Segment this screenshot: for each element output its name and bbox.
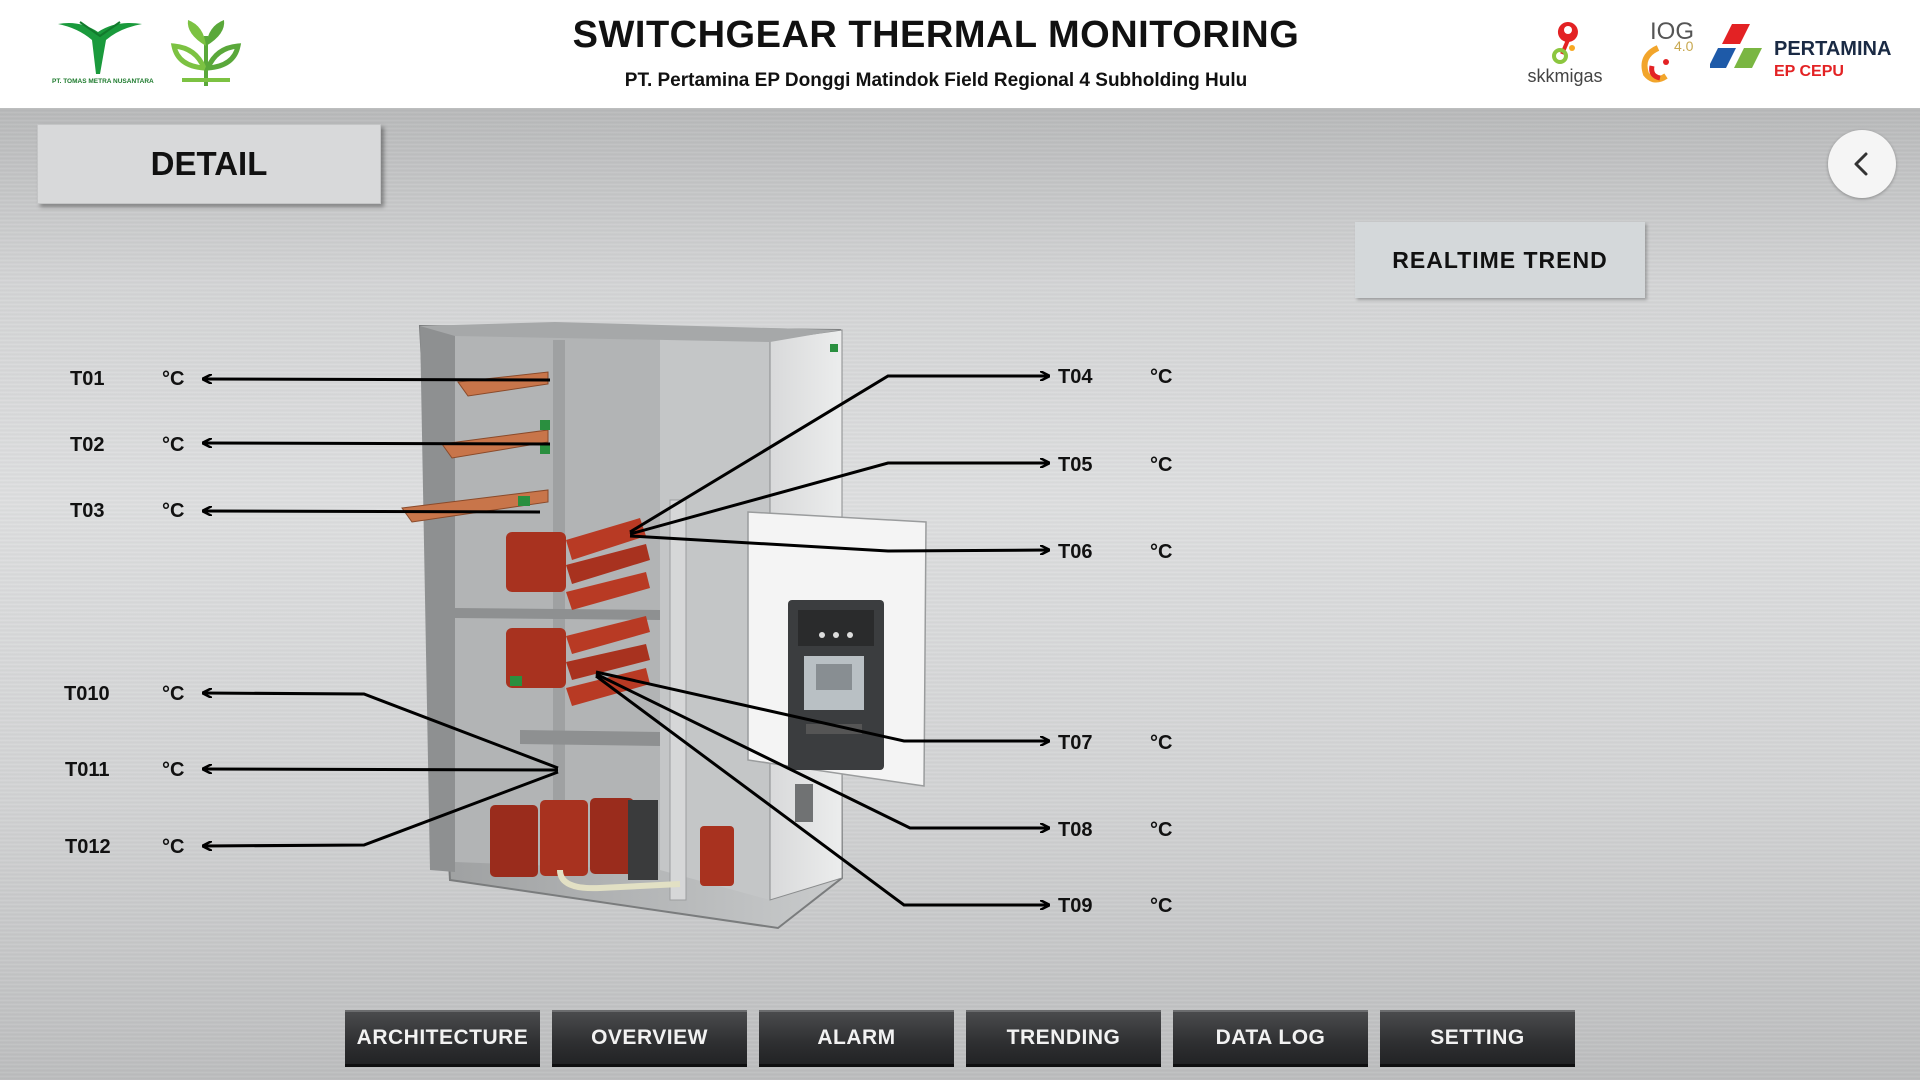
sensor-unit-T01: °C bbox=[162, 368, 185, 390]
sensor-unit-T010: °C bbox=[162, 683, 185, 705]
leader-T03 bbox=[204, 511, 541, 512]
leader-T011 bbox=[204, 769, 559, 770]
sensor-unit-T07: °C bbox=[1150, 732, 1173, 754]
sensor-unit-T08: °C bbox=[1150, 819, 1173, 841]
sensor-label-T011: T011 bbox=[65, 759, 110, 781]
sensor-unit-T06: °C bbox=[1150, 541, 1173, 563]
sensor-label-T012: T012 bbox=[65, 836, 111, 858]
nav-trending-button[interactable]: TRENDING bbox=[966, 1012, 1161, 1064]
leader-T01 bbox=[204, 379, 551, 380]
sensor-label-T01: T01 bbox=[70, 368, 105, 390]
sensor-label-T05: T05 bbox=[1058, 454, 1093, 476]
nav-setting-button[interactable]: SETTING bbox=[1380, 1012, 1575, 1064]
sensor-label-T08: T08 bbox=[1058, 819, 1093, 841]
nav-alarm-button[interactable]: ALARM bbox=[759, 1012, 954, 1064]
sensor-unit-T012: °C bbox=[162, 836, 185, 858]
sensor-unit-T02: °C bbox=[162, 434, 185, 456]
sensor-unit-T04: °C bbox=[1150, 366, 1173, 388]
sensor-label-T09: T09 bbox=[1058, 895, 1093, 917]
nav-data-log-button[interactable]: DATA LOG bbox=[1173, 1012, 1368, 1064]
sensor-label-T010: T010 bbox=[64, 683, 110, 705]
sensor-unit-T05: °C bbox=[1150, 454, 1173, 476]
sensor-unit-T011: °C bbox=[162, 759, 185, 781]
sensor-unit-T03: °C bbox=[162, 500, 185, 522]
nav-architecture-button[interactable]: ARCHITECTURE bbox=[345, 1012, 540, 1064]
sensor-label-T06: T06 bbox=[1058, 541, 1093, 563]
sensor-label-T07: T07 bbox=[1058, 732, 1093, 754]
sensor-label-T04: T04 bbox=[1058, 366, 1093, 388]
cabinet-door bbox=[747, 511, 927, 787]
switchgear-cabinet bbox=[401, 322, 927, 930]
sensor-unit-T09: °C bbox=[1150, 895, 1173, 917]
switchgear-diagram bbox=[0, 322, 1920, 930]
leader-T02 bbox=[204, 443, 551, 444]
sensor-label-T03: T03 bbox=[70, 500, 105, 522]
nav-overview-button[interactable]: OVERVIEW bbox=[552, 1012, 747, 1064]
sensor-label-T02: T02 bbox=[70, 434, 105, 456]
